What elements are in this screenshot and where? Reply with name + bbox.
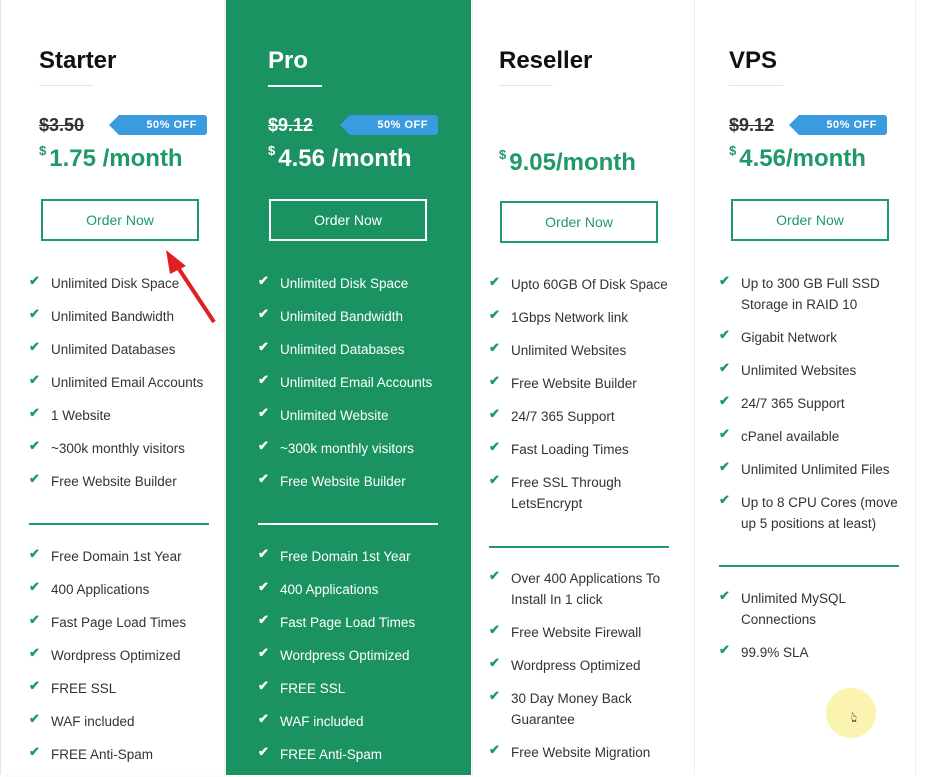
mouse-cursor-icon: 👆︎ [851,709,858,725]
annotation-arrow [166,250,216,324]
